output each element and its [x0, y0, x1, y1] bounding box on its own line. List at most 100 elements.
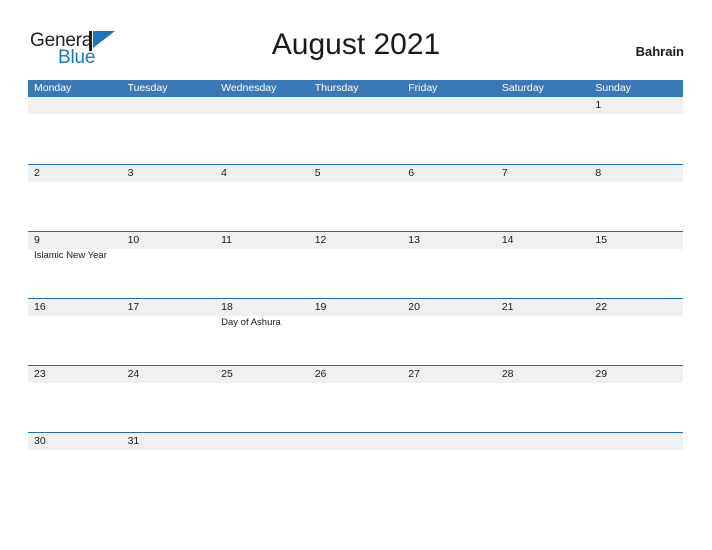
event-cell-empty: [402, 249, 496, 299]
day-cell-22[interactable]: 22: [589, 299, 683, 316]
day-cell-13[interactable]: 13: [402, 232, 496, 249]
day-cell-23[interactable]: 23: [28, 366, 122, 383]
day-number: 7: [501, 167, 508, 179]
calendar-week-row: 30 31: [28, 432, 683, 499]
week-day-number-band: 9 10 11 12 13 14 15: [28, 232, 683, 249]
event-cell-empty: [215, 114, 309, 164]
week-event-area: [28, 450, 683, 500]
event-cell-empty: [309, 316, 403, 366]
day-cell-20[interactable]: 20: [402, 299, 496, 316]
event-cell-empty: [589, 316, 683, 366]
day-cell-3[interactable]: 3: [122, 165, 216, 182]
day-cell-empty: [215, 97, 309, 114]
day-number: 6: [408, 167, 415, 179]
day-number: 5: [314, 167, 321, 179]
event-cell-empty: [496, 182, 590, 232]
event-cell-empty: [402, 182, 496, 232]
day-cell-31[interactable]: 31: [122, 433, 216, 450]
event-cell-empty: [122, 383, 216, 433]
day-number: 17: [127, 301, 140, 313]
day-cell-12[interactable]: 12: [309, 232, 403, 249]
week-event-area: Islamic New Year: [28, 249, 683, 299]
weekday-header-friday: Friday: [408, 82, 438, 94]
weekday-header-row: Monday Tuesday Wednesday Thursday Friday Satu…: [28, 80, 683, 97]
event-cell-empty: [589, 114, 683, 164]
event-cell-empty: [122, 249, 216, 299]
calendar-week-row: 23 24 25 26 27 28 29: [28, 365, 683, 432]
day-number: 26: [314, 368, 327, 380]
day-number: 20: [408, 301, 420, 313]
day-cell-16[interactable]: 16: [28, 299, 122, 316]
day-cell-1[interactable]: 1: [589, 97, 683, 114]
day-cell-7[interactable]: 7: [496, 165, 590, 182]
week-event-area: [28, 114, 683, 164]
day-cell-28[interactable]: 28: [496, 366, 590, 383]
event-cell-empty: [122, 450, 216, 500]
day-cell-27[interactable]: 27: [402, 366, 496, 383]
day-number: 11: [221, 234, 233, 246]
day-cell-4[interactable]: 4: [215, 165, 309, 182]
day-cell-24[interactable]: 24: [122, 366, 216, 383]
day-cell-11[interactable]: 11: [215, 232, 309, 249]
day-cell-empty: [309, 97, 403, 114]
event-cell-empty: [28, 316, 122, 366]
day-number: 19: [314, 301, 327, 313]
event-cell-empty: [122, 114, 216, 164]
calendar-page: General Blue August 2021 Bahrain Monday T…: [0, 0, 712, 550]
holiday-label: Islamic New Year: [34, 250, 107, 261]
day-cell-empty: [496, 97, 590, 114]
holiday-cell-9[interactable]: Islamic New Year: [28, 249, 122, 299]
day-cell-30[interactable]: 30: [28, 433, 122, 450]
day-number: 28: [501, 368, 514, 380]
event-cell-empty: [402, 114, 496, 164]
day-number: 8: [595, 167, 602, 179]
day-number: 13: [408, 234, 420, 246]
day-cell-17[interactable]: 17: [122, 299, 216, 316]
weekday-header-tuesday: Tuesday: [127, 82, 168, 94]
day-cell-14[interactable]: 14: [496, 232, 590, 249]
day-number: 3: [127, 167, 134, 179]
calendar-grid: Monday Tuesday Wednesday Thursday Friday Satu…: [28, 80, 683, 499]
weekday-header-sunday: Sunday: [595, 82, 631, 94]
day-number: 21: [501, 301, 514, 313]
day-cell-21[interactable]: 21: [496, 299, 590, 316]
week-day-number-band: 30 31: [28, 433, 683, 450]
day-cell-9[interactable]: 9: [28, 232, 122, 249]
day-number: 9: [34, 234, 40, 246]
day-cell-18[interactable]: 18: [215, 299, 309, 316]
day-cell-empty: [122, 97, 216, 114]
event-cell-empty: [309, 182, 403, 232]
event-cell-empty: [589, 182, 683, 232]
holiday-cell-18[interactable]: Day of Ashura: [215, 316, 309, 366]
day-cell-19[interactable]: 19: [309, 299, 403, 316]
day-cell-empty: [402, 433, 496, 450]
day-cell-6[interactable]: 6: [402, 165, 496, 182]
week-event-area: Day of Ashura: [28, 316, 683, 366]
event-cell-empty: [28, 450, 122, 500]
day-cell-29[interactable]: 29: [589, 366, 683, 383]
day-cell-26[interactable]: 26: [309, 366, 403, 383]
day-cell-25[interactable]: 25: [215, 366, 309, 383]
weekday-header-thursday: Thursday: [314, 82, 359, 94]
event-cell-empty: [215, 450, 309, 500]
week-day-number-band: 2 3 4 5 6 7 8: [28, 165, 683, 182]
event-cell-empty: [589, 450, 683, 500]
event-cell-empty: [28, 383, 122, 433]
event-cell-empty: [496, 114, 590, 164]
day-cell-2[interactable]: 2: [28, 165, 122, 182]
event-cell-empty: [496, 316, 590, 366]
day-cell-8[interactable]: 8: [589, 165, 683, 182]
day-cell-10[interactable]: 10: [122, 232, 216, 249]
event-cell-empty: [309, 114, 403, 164]
week-event-area: [28, 383, 683, 433]
day-cell-5[interactable]: 5: [309, 165, 403, 182]
event-cell-empty: [496, 450, 590, 500]
day-number: 4: [221, 167, 227, 179]
event-cell-empty: [496, 249, 590, 299]
calendar-week-row: 1: [28, 97, 683, 164]
week-day-number-band: 23 24 25 26 27 28 29: [28, 366, 683, 383]
day-cell-15[interactable]: 15: [589, 232, 683, 249]
event-cell-empty: [402, 316, 496, 366]
day-number: 25: [221, 368, 233, 380]
holiday-label: Day of Ashura: [221, 317, 281, 328]
